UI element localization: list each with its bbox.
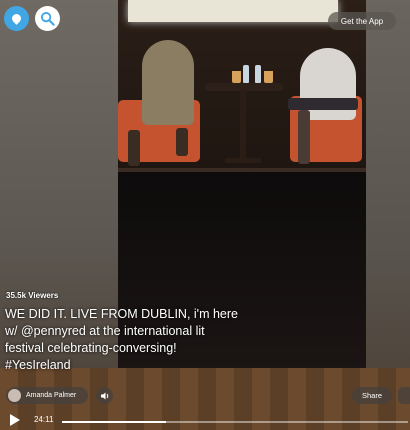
video-background-right: [366, 0, 410, 430]
get-the-app-button[interactable]: Get the App: [328, 12, 396, 30]
periscope-pin-icon[interactable]: [4, 6, 29, 31]
left-speaker-boots: [128, 130, 140, 166]
right-speaker-boots: [298, 110, 310, 164]
side-table-leg: [240, 90, 246, 162]
side-table-foot: [225, 158, 261, 163]
projection-screen: [128, 0, 338, 22]
water-bottle-2: [255, 65, 261, 83]
elapsed-time: 24:11: [34, 415, 54, 424]
progress-track[interactable]: [62, 421, 408, 423]
cup: [232, 71, 241, 83]
avatar: [8, 389, 21, 402]
viewer-count: 35.5k Viewers: [6, 291, 59, 300]
right-speaker-legs: [288, 98, 358, 110]
more-button[interactable]: [398, 387, 410, 404]
search-icon[interactable]: [35, 6, 60, 31]
water-bottle: [243, 65, 249, 83]
broadcaster-pill[interactable]: Amanda Palmer: [6, 387, 88, 404]
cup-2: [264, 71, 273, 83]
left-speaker-boots-2: [176, 128, 188, 156]
progress-fill: [62, 421, 166, 423]
broadcaster-name: Amanda Palmer: [26, 392, 77, 399]
play-icon[interactable]: [10, 414, 20, 426]
broadcast-caption: WE DID IT. LIVE FROM DUBLIN, i'm here w/…: [5, 307, 238, 372]
left-speaker: [142, 40, 194, 125]
volume-icon[interactable]: [96, 387, 113, 404]
share-button[interactable]: Share: [352, 387, 392, 404]
